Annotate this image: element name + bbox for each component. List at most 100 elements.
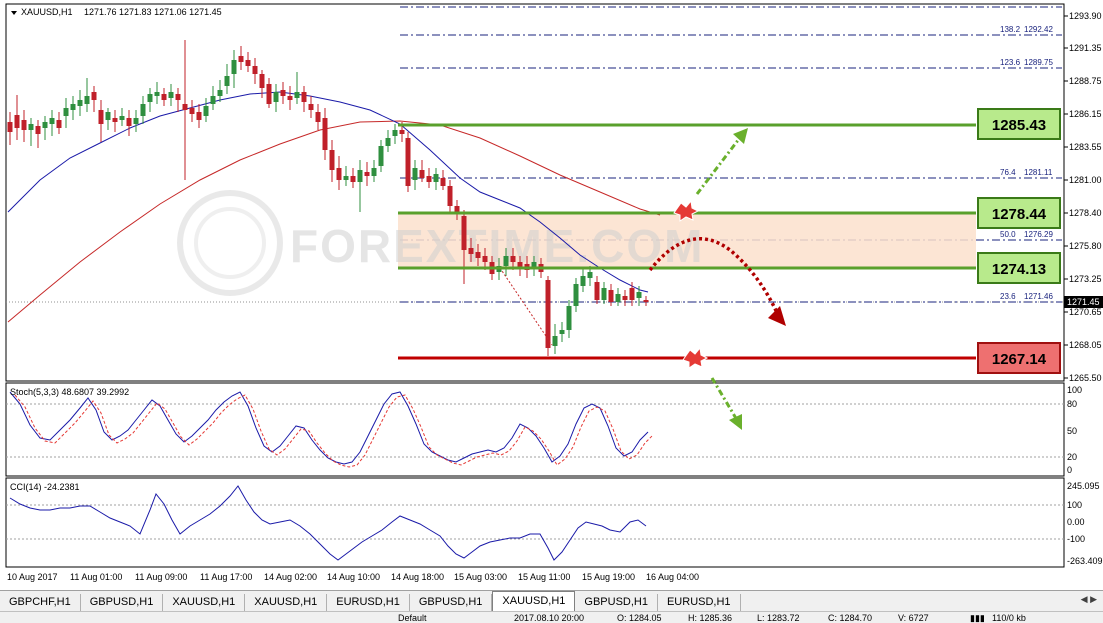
stoch-tick: 50 — [1067, 426, 1077, 436]
watermark-text: FOREXTIME.COM — [290, 220, 704, 272]
fib-label-level: 50.0 — [1000, 230, 1016, 239]
chart-tab[interactable]: GBPUSD,H1 — [81, 594, 164, 611]
time-tick: 10 Aug 2017 — [7, 572, 58, 582]
candle-body — [573, 284, 579, 306]
fib-label-level: 76.4 — [1000, 168, 1016, 177]
chart-tab[interactable]: XAUUSD,H1 — [245, 594, 328, 611]
candle-body — [238, 56, 244, 62]
price-tick: 1286.15 — [1069, 109, 1102, 119]
time-tick: 15 Aug 03:00 — [454, 572, 507, 582]
candle-body — [615, 294, 621, 302]
candle-body — [84, 96, 90, 104]
level-box-1285[interactable]: 1285.43 — [977, 108, 1061, 140]
status-bar: Default 2017.08.10 20:00 O: 1284.05 H: 1… — [0, 611, 1103, 623]
candle-body — [259, 74, 265, 88]
candle-body — [378, 146, 384, 166]
candle-body — [182, 104, 188, 110]
cci-label: CCI(14) -24.2381 — [10, 482, 80, 492]
stoch-tick: 0 — [1067, 465, 1072, 475]
chart-tab[interactable]: GBPCHF,H1 — [0, 594, 81, 611]
price-tick: 1291.35 — [1069, 43, 1102, 53]
candle-body — [468, 248, 474, 254]
level-box-1274[interactable]: 1274.13 — [977, 252, 1061, 284]
chart-tab[interactable]: EURUSD,H1 — [327, 594, 410, 611]
level-box-label: 1267.14 — [992, 351, 1047, 368]
level-box-label: 1285.43 — [992, 117, 1046, 134]
candle-body — [336, 168, 342, 180]
candle-body — [622, 296, 628, 300]
price-tick: 1273.25 — [1069, 274, 1102, 284]
candle-body — [301, 92, 307, 102]
candle-body — [273, 92, 279, 102]
current-price-label: 1271.45 — [1067, 297, 1100, 307]
tab-scroll-arrows-icon[interactable]: ◀ ▶ — [1081, 594, 1097, 605]
candle-body — [56, 120, 62, 128]
chart-window[interactable]: FOREXTIME.COM 1285.43 1278.44 1274.13 12… — [0, 0, 1103, 623]
candle-body — [280, 90, 286, 96]
fib-label-price: 1289.75 — [1024, 58, 1053, 67]
level-box-1278[interactable]: 1278.44 — [977, 197, 1061, 229]
candle-body — [412, 168, 418, 180]
symbol-label: XAUUSD,H1 — [21, 7, 73, 17]
time-tick: 15 Aug 19:00 — [582, 572, 635, 582]
candle-body — [245, 60, 251, 66]
price-chart-canvas[interactable]: FOREXTIME.COM 1285.43 1278.44 1274.13 12… — [0, 0, 1103, 590]
main-chart-panel — [5, 3, 1065, 382]
candle-body — [28, 124, 34, 130]
candle-body — [385, 138, 391, 146]
candle-body — [217, 90, 223, 96]
candle-body — [42, 122, 48, 128]
candle-body — [21, 120, 27, 130]
candle-body — [419, 170, 425, 178]
candle-body — [98, 110, 104, 124]
cci-tick: 0.00 — [1067, 517, 1085, 527]
candle-body — [7, 122, 13, 132]
candle-body — [126, 118, 132, 126]
candle-body — [308, 104, 314, 110]
candle-body — [510, 256, 516, 262]
cci-panel — [5, 477, 1065, 568]
candle-body — [210, 96, 216, 104]
candle-body — [405, 138, 411, 186]
candle-body — [461, 216, 467, 250]
candle-body — [371, 168, 377, 176]
candle-body — [587, 272, 593, 278]
candle-body — [154, 92, 160, 96]
candle-body — [552, 336, 558, 346]
candle-body — [392, 130, 398, 136]
chart-tab-active[interactable]: XAUUSD,H1 — [492, 591, 576, 611]
candle-body — [203, 106, 209, 116]
cci-axis: 245.095 100 0.00 -100 -263.409 — [1067, 481, 1103, 566]
candle-body — [426, 176, 432, 182]
fib-label-price: 1271.46 — [1024, 292, 1053, 301]
fib-label-level: 123.6 — [1000, 58, 1021, 67]
chart-tab[interactable]: GBPUSD,H1 — [575, 594, 658, 611]
stoch-tick: 80 — [1067, 399, 1077, 409]
price-tick: 1283.55 — [1069, 142, 1102, 152]
level-box-1267[interactable]: 1267.14 — [977, 342, 1061, 374]
candle-body — [175, 94, 181, 100]
candle-body — [112, 118, 118, 122]
price-tick: 1281.00 — [1069, 175, 1102, 185]
chart-tab[interactable]: XAUUSD,H1 — [163, 594, 246, 611]
candle-body — [266, 84, 272, 104]
candle-body — [357, 170, 363, 182]
candle-body — [566, 306, 572, 330]
price-tick: 1270.65 — [1069, 307, 1102, 317]
candle-body — [252, 66, 258, 74]
candle-body — [189, 108, 195, 114]
candle-body — [196, 112, 202, 120]
price-axis[interactable]: 1293.90 1291.35 1288.75 1286.15 1283.55 … — [1064, 11, 1103, 383]
time-axis[interactable]: 10 Aug 2017 11 Aug 01:00 11 Aug 09:00 11… — [7, 572, 699, 582]
chart-tab[interactable]: EURUSD,H1 — [658, 594, 741, 611]
candle-body — [287, 96, 293, 100]
candle-body — [322, 118, 328, 150]
chart-tab[interactable]: GBPUSD,H1 — [410, 594, 493, 611]
candle-body — [35, 126, 41, 134]
stochastic-label: Stoch(5,3,3) 48.6807 39.2992 — [10, 387, 129, 397]
time-tick: 11 Aug 17:00 — [200, 572, 252, 582]
level-box-label: 1274.13 — [992, 261, 1046, 278]
candle-body — [140, 104, 146, 116]
cci-tick: 100 — [1067, 500, 1082, 510]
candle-body — [105, 112, 111, 120]
